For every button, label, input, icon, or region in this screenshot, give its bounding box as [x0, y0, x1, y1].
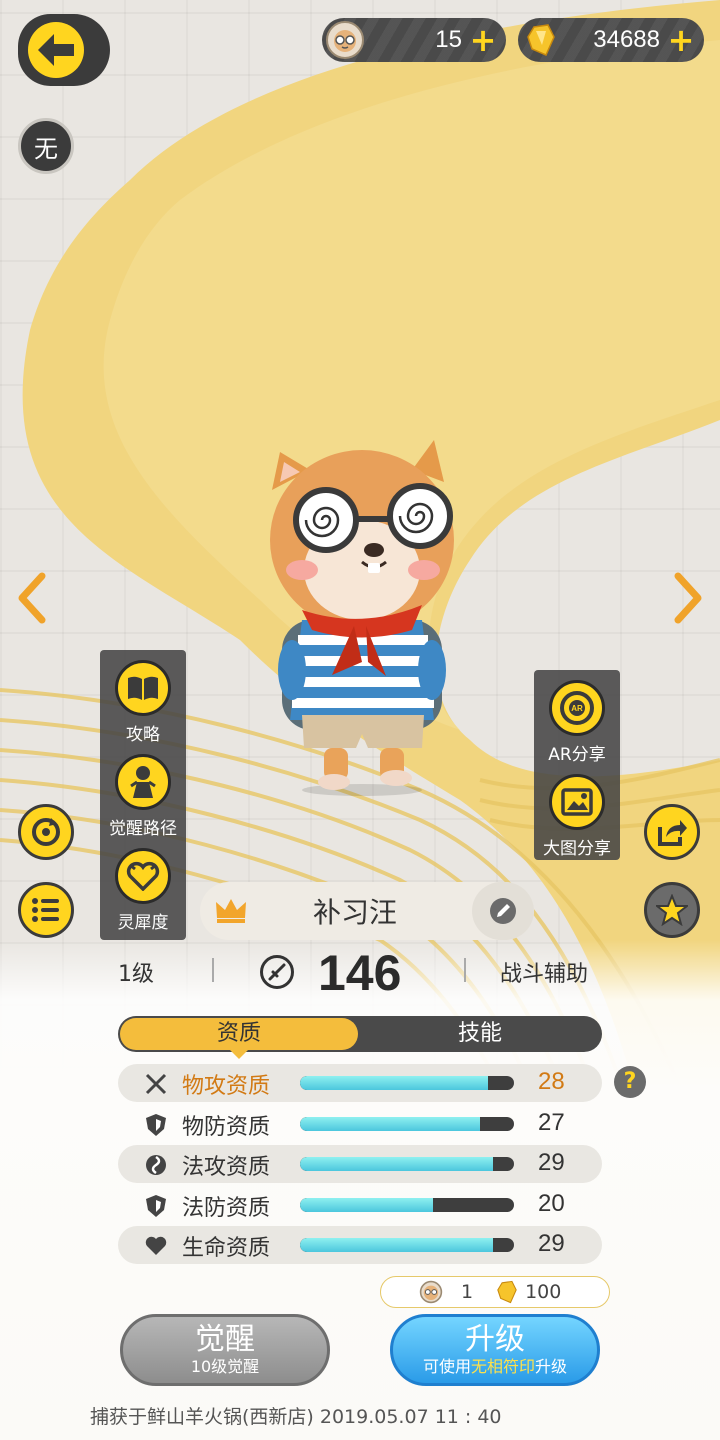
- divider: [212, 958, 214, 982]
- crystal-icon: [495, 1280, 519, 1304]
- menu-image-share[interactable]: 大图分享: [534, 774, 620, 859]
- shield-icon: [144, 1113, 168, 1137]
- awaken-label: 觉醒: [195, 1322, 255, 1357]
- upgrade-label: 升级: [465, 1322, 525, 1357]
- rename-button[interactable]: [472, 882, 534, 940]
- menu-label: 攻略: [126, 725, 160, 745]
- attribute-row[interactable]: 法攻资质 29: [118, 1145, 602, 1183]
- upgrade-sublabel: 可使用无相符印升级: [422, 1357, 568, 1376]
- sword-power-icon: [260, 955, 294, 989]
- dog-face-coin-icon: [419, 1280, 443, 1304]
- attribute-value: 29: [538, 1230, 565, 1257]
- attribute-bar: [300, 1076, 514, 1090]
- menu-label: 大图分享: [543, 839, 611, 859]
- crossed-swords-icon: [144, 1072, 168, 1096]
- back-button[interactable]: [18, 14, 110, 86]
- attribute-label: 法攻资质: [182, 1155, 271, 1180]
- add-tickets-button[interactable]: +: [468, 24, 498, 56]
- tab-pointer: [230, 1050, 248, 1059]
- dog-face-coin-icon: [326, 21, 364, 59]
- next-arrow-icon[interactable]: [668, 570, 708, 626]
- attribute-bar: [300, 1157, 514, 1171]
- menu-affinity[interactable]: 灵犀度: [100, 848, 186, 933]
- list-icon: [32, 898, 59, 922]
- attribute-value: 28: [538, 1068, 565, 1095]
- crystal-count: 34688: [593, 26, 660, 53]
- menu-label: 灵犀度: [117, 913, 169, 933]
- attribute-bar: [300, 1198, 514, 1212]
- tab-bar: 资质 技能: [118, 1016, 602, 1059]
- heart-icon: [144, 1234, 168, 1258]
- attribute-row[interactable]: 生命资质 29: [118, 1226, 602, 1264]
- crystal-icon: [522, 21, 560, 59]
- back-arrow-icon: [28, 22, 84, 78]
- right-menu-panel: AR AR分享 大图分享: [534, 670, 620, 860]
- awaken-button[interactable]: 觉醒 10级觉醒: [120, 1314, 330, 1386]
- shield-icon: [144, 1194, 168, 1218]
- combat-power: 146: [318, 945, 402, 1001]
- attribute-row[interactable]: 法防资质 20: [118, 1186, 602, 1224]
- ticket-count: 15: [435, 26, 462, 53]
- level-label: 1级: [118, 962, 154, 987]
- star-icon: [656, 894, 688, 926]
- ar-camera-icon: AR: [549, 680, 605, 736]
- previous-arrow-icon[interactable]: [12, 570, 52, 626]
- tab-aptitude[interactable]: 资质: [120, 1018, 358, 1050]
- name-bar: 补习汪: [200, 882, 534, 940]
- divider: [464, 958, 466, 982]
- upgrade-button[interactable]: 升级 可使用无相符印升级: [390, 1314, 600, 1386]
- attribute-value: 27: [538, 1109, 565, 1136]
- book-icon: [115, 660, 171, 716]
- awaken-sublabel: 10级觉醒: [190, 1357, 260, 1376]
- refresh-button[interactable]: [18, 804, 74, 860]
- attribute-label: 法防资质: [182, 1196, 271, 1221]
- menu-ar-share[interactable]: AR AR分享: [534, 680, 620, 765]
- menu-guide[interactable]: 攻略: [100, 660, 186, 745]
- menu-label: 觉醒路径: [109, 819, 177, 839]
- awaken-path-icon: [115, 754, 171, 810]
- ticket-currency: 15 +: [322, 18, 506, 62]
- character-name: 补习汪: [312, 896, 397, 929]
- attribute-label: 生命资质: [182, 1236, 271, 1261]
- help-button[interactable]: ?: [614, 1066, 646, 1098]
- share-icon: [658, 820, 687, 846]
- crystal-currency: 34688 +: [518, 18, 704, 62]
- magic-swirl-icon: [144, 1153, 168, 1177]
- attribute-row[interactable]: 物攻资质 28: [118, 1064, 602, 1102]
- attribute-value: 20: [538, 1190, 565, 1217]
- upgrade-cost: 1 100: [380, 1276, 610, 1308]
- left-menu-panel: 攻略 觉醒路径 灵犀度: [100, 650, 186, 940]
- attribute-value: 29: [538, 1149, 565, 1176]
- cost-tickets: 1: [461, 1281, 474, 1303]
- role-label: 战斗辅助: [500, 962, 589, 987]
- attribute-bar: [300, 1117, 514, 1131]
- menu-toggle-button[interactable]: [18, 882, 74, 938]
- picture-icon: [549, 774, 605, 830]
- share-button[interactable]: [644, 804, 700, 860]
- capture-info: 捕获于鲜山羊火锅(西新店) 2019.05.07 11 : 40: [90, 1406, 502, 1428]
- attribute-label: 物防资质: [182, 1115, 271, 1140]
- edit-pencil-icon: [490, 898, 516, 924]
- favorite-button[interactable]: [644, 882, 700, 938]
- menu-label: AR分享: [548, 745, 606, 765]
- attribute-row[interactable]: 物防资质 27: [118, 1105, 602, 1143]
- attribute-label: 物攻资质: [182, 1074, 271, 1099]
- heart-icon: [115, 848, 171, 904]
- upgrade-item-name: 无相符印: [470, 1357, 535, 1376]
- character-shiba-model: [270, 440, 454, 796]
- attribute-bar: [300, 1238, 514, 1252]
- ar-icon-text: AR: [571, 704, 583, 713]
- refresh-icon: [32, 818, 60, 846]
- wu-badge[interactable]: 无: [18, 118, 74, 174]
- cost-crystals: 100: [525, 1281, 562, 1303]
- tab-skills[interactable]: 技能: [360, 1018, 600, 1050]
- add-crystals-button[interactable]: +: [666, 24, 696, 56]
- menu-awaken-path[interactable]: 觉醒路径: [100, 754, 186, 839]
